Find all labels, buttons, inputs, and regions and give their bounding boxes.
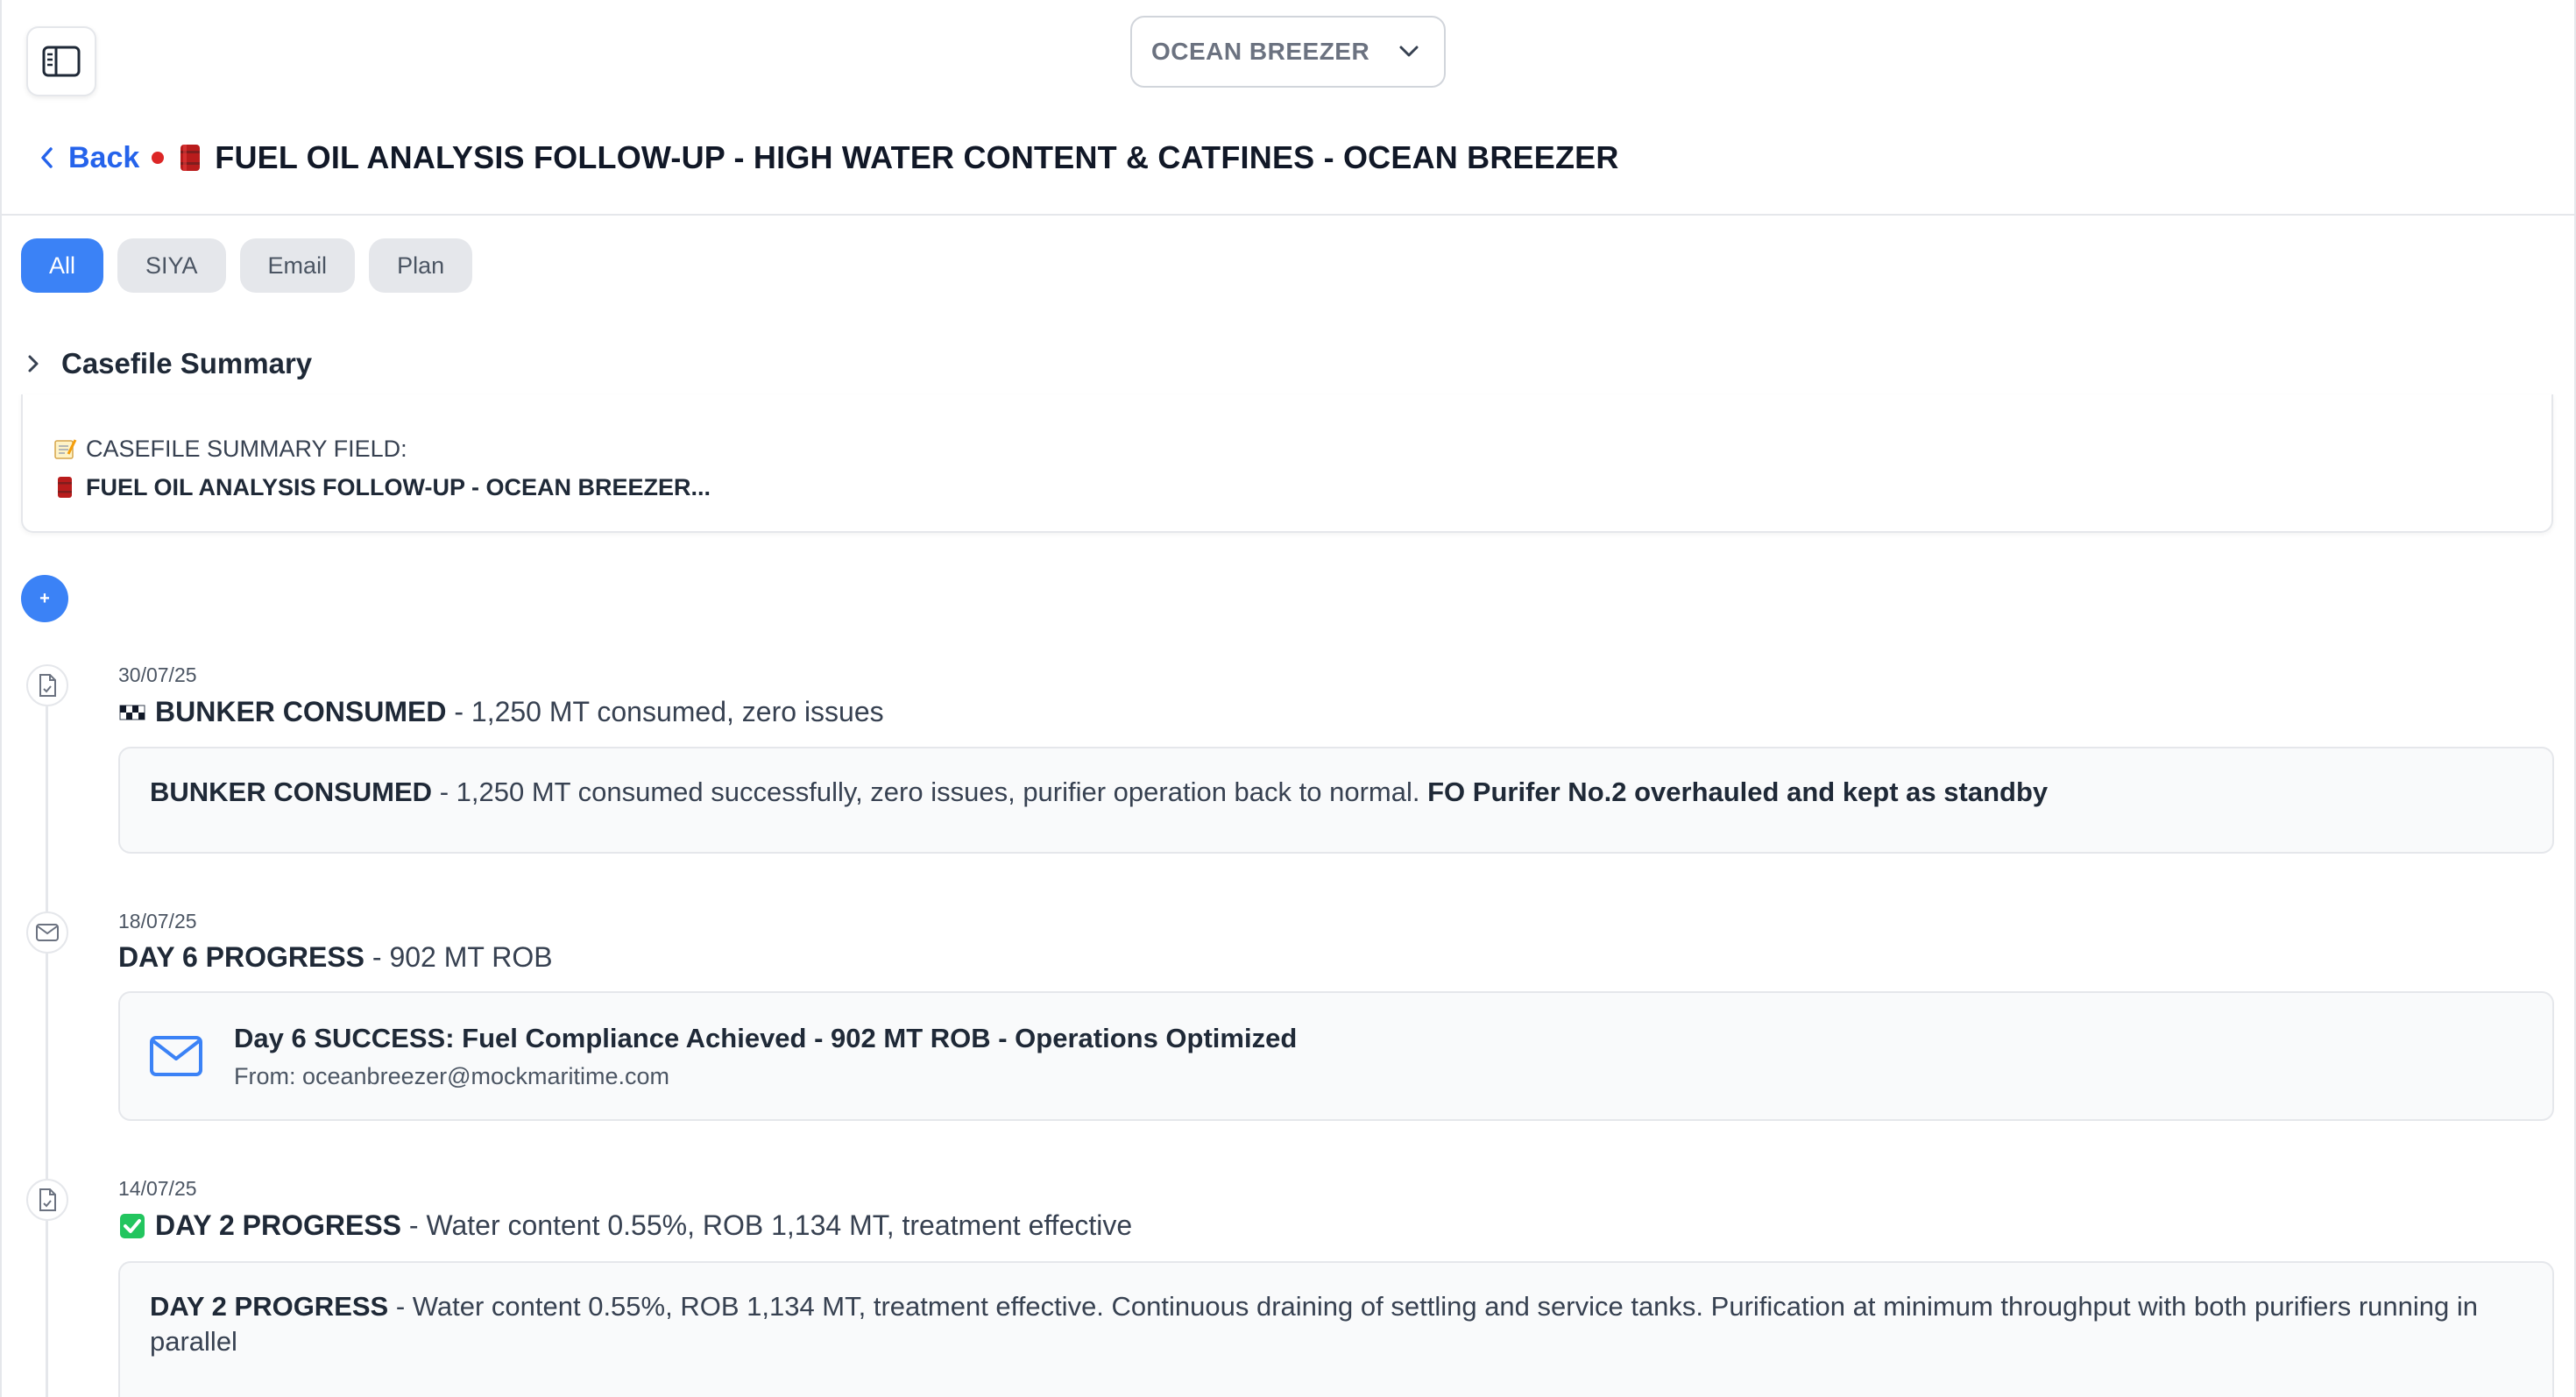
email-sender: From: oceanbreezer@mockmaritime.com xyxy=(234,1062,670,1089)
entry-headline-bold: DAY 2 PROGRESS xyxy=(155,1209,401,1241)
vessel-select-value: OCEAN BREEZER xyxy=(1151,38,1370,65)
oil-barrel-icon xyxy=(58,477,72,498)
title-row: Back FUEL OIL ANALYSIS FOLLOW-UP - HIGH … xyxy=(39,133,1619,182)
header-divider xyxy=(0,214,2576,216)
entry-headline: BUNKER CONSUMED - 1,250 MT consumed, zer… xyxy=(118,696,884,728)
page-title: FUEL OIL ANALYSIS FOLLOW-UP - HIGH WATER… xyxy=(215,139,1619,175)
document-edit-icon xyxy=(39,674,56,697)
back-button[interactable]: Back xyxy=(39,141,139,175)
timeline-line xyxy=(46,684,48,1397)
chevron-right-icon xyxy=(28,355,39,372)
tab-all[interactable]: All xyxy=(21,238,104,293)
entry-body-bold-2: FO Purifer No.2 overhauled and kept as s… xyxy=(1427,777,2049,807)
summary-field-label-row: CASEFILE SUMMARY FIELD: xyxy=(53,429,2522,468)
sidebar-icon xyxy=(42,46,81,77)
envelope-icon xyxy=(150,1036,202,1076)
back-label: Back xyxy=(68,140,140,174)
oil-barrel-icon xyxy=(180,145,201,171)
casefile-summary-panel: CASEFILE SUMMARY FIELD: FUEL OIL ANALYSI… xyxy=(21,394,2553,533)
summary-field-label: CASEFILE SUMMARY FIELD: xyxy=(86,435,407,462)
memo-icon xyxy=(54,439,77,459)
entry-headline-bold: DAY 6 PROGRESS xyxy=(118,941,364,973)
tab-siya[interactable]: SIYA xyxy=(117,238,226,293)
status-dot xyxy=(152,152,165,164)
entry-body: DAY 2 PROGRESS - Water content 0.55%, RO… xyxy=(150,1289,2523,1359)
entry-card[interactable]: BUNKER CONSUMED - 1,250 MT consumed succ… xyxy=(118,747,2554,854)
email-details: Day 6 SUCCESS: Fuel Compliance Achieved … xyxy=(234,1023,1297,1090)
chevron-down-icon xyxy=(1399,46,1419,57)
timeline-node xyxy=(26,911,68,954)
entry-body-rest: - Water content 0.55%, ROB 1,134 MT, tre… xyxy=(150,1291,2478,1357)
vessel-select[interactable]: OCEAN BREEZER xyxy=(1130,16,1446,88)
tab-email[interactable]: Email xyxy=(239,238,356,293)
filter-tabs: All SIYA Email Plan xyxy=(21,238,473,293)
entry-body-rest: - 1,250 MT consumed successfully, zero i… xyxy=(432,777,1428,807)
entry-headline-rest: - Water content 0.55%, ROB 1,134 MT, tre… xyxy=(401,1209,1133,1241)
entry-headline-rest: - 902 MT ROB xyxy=(364,941,553,973)
checkered-flag-icon xyxy=(119,705,145,720)
entry-date: 30/07/25 xyxy=(118,663,197,686)
entry-headline: DAY 6 PROGRESS - 902 MT ROB xyxy=(118,941,553,974)
entry-card[interactable]: DAY 2 PROGRESS - Water content 0.55%, RO… xyxy=(118,1261,2554,1397)
tab-plan[interactable]: Plan xyxy=(369,238,473,293)
summary-field-value: FUEL OIL ANALYSIS FOLLOW-UP - OCEAN BREE… xyxy=(86,473,711,500)
entry-headline-rest: - 1,250 MT consumed, zero issues xyxy=(446,696,884,727)
entry-date: 18/07/25 xyxy=(118,910,197,933)
mail-icon xyxy=(36,924,59,941)
chevron-left-icon xyxy=(41,147,53,168)
sidebar-toggle-button[interactable] xyxy=(26,26,96,96)
entry-body-bold: DAY 2 PROGRESS xyxy=(150,1291,389,1322)
entry-headline: DAY 2 PROGRESS - Water content 0.55%, RO… xyxy=(118,1209,1132,1242)
timeline-node xyxy=(26,664,68,706)
summary-field-value-row: FUEL OIL ANALYSIS FOLLOW-UP - OCEAN BREE… xyxy=(53,468,2522,507)
email-card[interactable]: Day 6 SUCCESS: Fuel Compliance Achieved … xyxy=(118,991,2554,1121)
entry-body: BUNKER CONSUMED - 1,250 MT consumed succ… xyxy=(150,775,2523,810)
add-entry-button[interactable]: + xyxy=(21,575,68,622)
casefile-summary-title: Casefile Summary xyxy=(61,347,313,379)
email-subject: Day 6 SUCCESS: Fuel Compliance Achieved … xyxy=(234,1022,1298,1053)
document-edit-icon xyxy=(39,1188,56,1211)
casefile-summary-toggle[interactable]: Casefile Summary xyxy=(26,347,312,380)
entry-headline-bold: BUNKER CONSUMED xyxy=(155,696,447,727)
entry-date: 14/07/25 xyxy=(118,1177,197,1200)
entry-body-bold: BUNKER CONSUMED xyxy=(150,777,433,807)
timeline-node xyxy=(26,1179,68,1221)
check-mark-icon xyxy=(120,1213,145,1238)
